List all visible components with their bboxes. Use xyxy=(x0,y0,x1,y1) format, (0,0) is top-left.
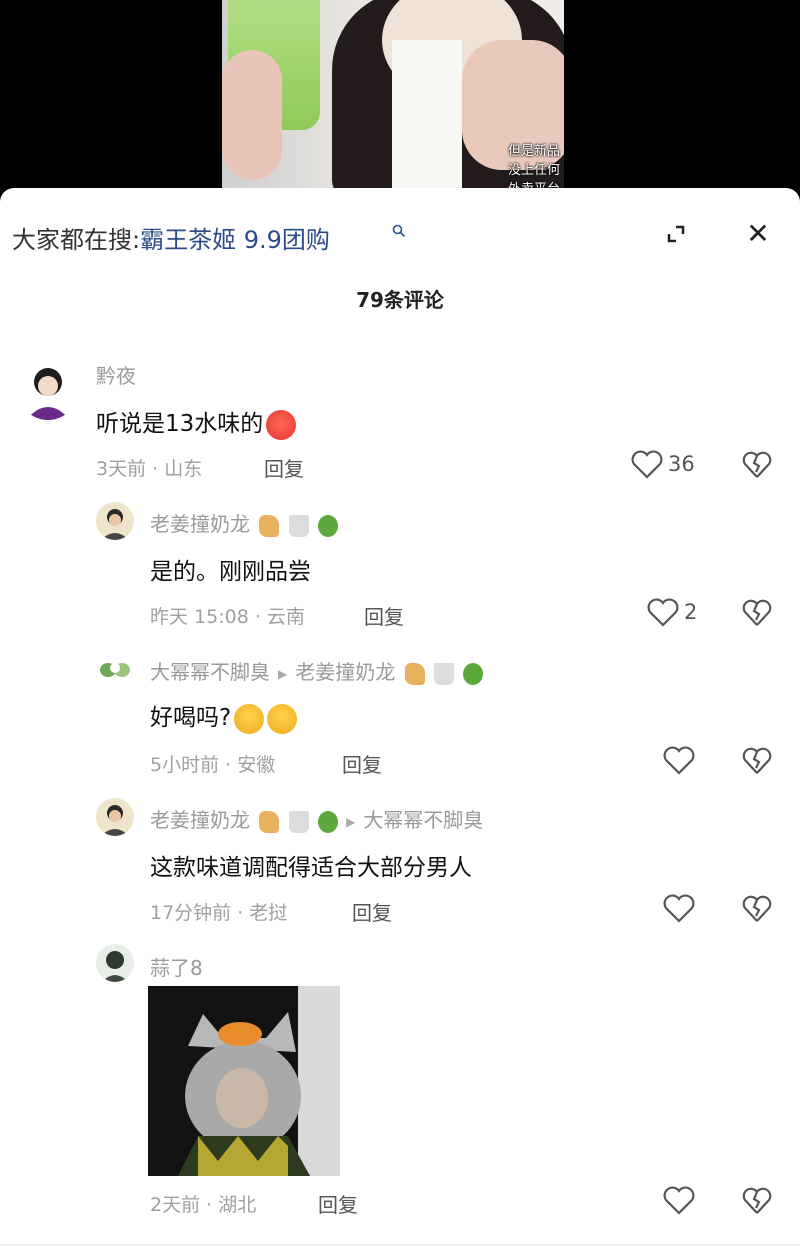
search-suggestion[interactable]: 大家都在搜:霸王茶姬 9.9团购 xyxy=(12,220,330,255)
broken-heart-icon[interactable] xyxy=(742,1186,772,1216)
reply-to-username[interactable]: 大幂幂不脚臭 xyxy=(363,808,483,832)
comment-sheet: 大家都在搜:霸王茶姬 9.9团购 ✕ 79条评论 黔夜 听说是13水味的 3天前… xyxy=(0,188,800,1256)
username-text: 老姜撞奶龙 xyxy=(150,808,250,832)
heart-icon[interactable] xyxy=(662,746,696,776)
like-count: 2 xyxy=(684,600,698,624)
heart-icon[interactable] xyxy=(662,1186,696,1216)
video-subtitle: 但是新品没上任何外卖平台 xyxy=(508,144,561,190)
comments-count: 79条评论 xyxy=(356,288,444,312)
comment-username[interactable]: 蒜了8 xyxy=(150,952,203,981)
broken-heart-icon[interactable] xyxy=(742,598,772,628)
ginger-badge-icon xyxy=(259,810,280,833)
shirt xyxy=(392,40,462,190)
username-text: 大幂幂不脚臭 xyxy=(150,660,270,684)
like-count: 36 xyxy=(668,452,695,476)
avatar[interactable] xyxy=(96,502,134,540)
video-player[interactable]: 但是新品没上任何外卖平台 xyxy=(0,0,800,190)
comment-username[interactable]: 老姜撞奶龙 xyxy=(150,508,339,537)
heart-eyes-emoji-icon xyxy=(266,409,297,440)
laughing-emoji-icon xyxy=(267,703,298,734)
search-term[interactable]: 霸王茶姬 9.9团购 xyxy=(140,226,330,254)
avatar[interactable] xyxy=(96,798,134,836)
reply-button[interactable]: 回复 xyxy=(264,453,304,482)
comment-username[interactable]: 黔夜 xyxy=(96,360,136,389)
milk-cup-badge-icon xyxy=(433,662,454,685)
search-icon[interactable] xyxy=(392,224,406,238)
comment-meta: 2天前 · 湖北 xyxy=(150,1194,257,1216)
ginger-badge-icon xyxy=(259,514,280,537)
heart-icon[interactable] xyxy=(646,598,680,628)
comment-text: 好喝吗? xyxy=(150,698,298,734)
comment-text: 这款味道调配得适合大部分男人 xyxy=(150,855,472,881)
close-icon[interactable]: ✕ xyxy=(740,216,776,252)
heart-icon[interactable] xyxy=(662,894,696,924)
comment-username[interactable]: 老姜撞奶龙 ▶ 大幂幂不脚臭 xyxy=(150,804,483,833)
milk-cup-badge-icon xyxy=(288,514,309,537)
reply-button[interactable]: 回复 xyxy=(318,1189,358,1218)
username-text: 老姜撞奶龙 xyxy=(150,512,250,536)
search-prefix: 大家都在搜: xyxy=(12,226,141,254)
broken-heart-icon[interactable] xyxy=(742,450,772,480)
heart-icon[interactable] xyxy=(630,450,664,480)
laughing-emoji-icon xyxy=(234,703,265,734)
divider xyxy=(0,1244,800,1246)
avatar[interactable] xyxy=(96,944,134,982)
dragon-badge-icon xyxy=(318,810,339,833)
comment-username[interactable]: 大幂幂不脚臭 ▶ 老姜撞奶龙 xyxy=(150,656,484,685)
comment-meta: 17分钟前 · 老挝 xyxy=(150,902,288,924)
ginger-badge-icon xyxy=(404,662,425,685)
avatar[interactable] xyxy=(18,360,78,420)
reply-button[interactable]: 回复 xyxy=(364,601,404,630)
dragon-badge-icon xyxy=(318,514,339,537)
broken-heart-icon[interactable] xyxy=(742,894,772,924)
reply-arrow-icon: ▶ xyxy=(346,814,356,829)
reply-arrow-icon: ▶ xyxy=(278,666,288,681)
hand xyxy=(222,50,282,180)
video-frame: 但是新品没上任何外卖平台 xyxy=(222,0,564,190)
comment-text-content: 好喝吗? xyxy=(150,705,232,731)
avatar[interactable] xyxy=(96,650,134,688)
comment-text: 听说是13水味的 xyxy=(96,404,297,440)
meme-image[interactable] xyxy=(148,986,340,1176)
comment-meta: 3天前 · 山东 xyxy=(96,458,203,480)
comment-meta: 昨天 15:08 · 云南 xyxy=(150,606,305,628)
dragon-badge-icon xyxy=(463,662,484,685)
comment-meta: 5小时前 · 安徽 xyxy=(150,754,276,776)
reply-button[interactable]: 回复 xyxy=(352,897,392,926)
reply-to-username[interactable]: 老姜撞奶龙 xyxy=(295,660,395,684)
milk-cup-badge-icon xyxy=(288,810,309,833)
broken-heart-icon[interactable] xyxy=(742,746,772,776)
expand-icon[interactable] xyxy=(662,220,690,248)
comment-text: 是的。刚刚品尝 xyxy=(150,559,311,585)
reply-button[interactable]: 回复 xyxy=(342,749,382,778)
comment-text-content: 听说是13水味的 xyxy=(96,411,264,437)
